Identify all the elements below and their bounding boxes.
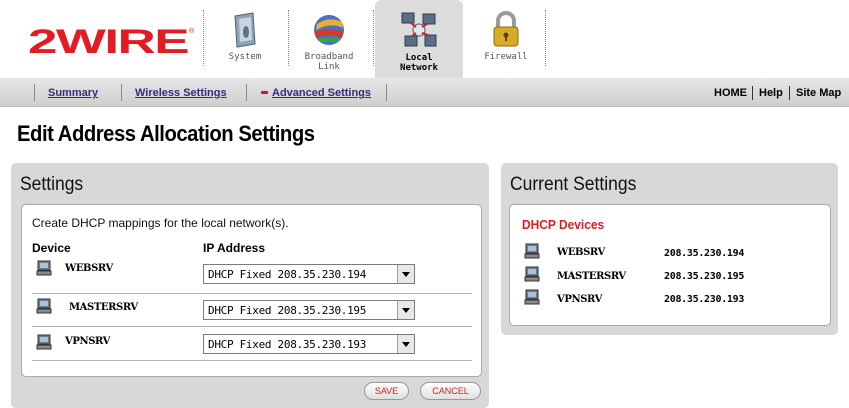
device-name: VPNSRV	[65, 336, 110, 347]
computer-icon	[36, 260, 52, 276]
ip-address-select[interactable]: DHCP Fixed 208.35.230.193	[203, 334, 415, 354]
device-name: WEBSRV	[557, 247, 605, 258]
tab-broadband-link[interactable]: Broadband Link	[288, 0, 370, 78]
ip-address-select[interactable]: DHCP Fixed 208.35.230.194	[203, 264, 415, 284]
settings-description: Create DHCP mappings for the local netwo…	[32, 216, 289, 230]
computer-icon	[524, 266, 540, 282]
current-settings-panel-title: Current Settings	[510, 174, 637, 195]
chevron-down-icon[interactable]	[397, 335, 414, 353]
ip-address-select-value: DHCP Fixed 208.35.230.194	[208, 268, 367, 281]
local-network-icon	[401, 12, 437, 47]
device-name: WEBSRV	[65, 263, 113, 274]
nav-site-map-link[interactable]: Site Map	[796, 87, 841, 99]
tab-firewall-label: Firewall	[484, 52, 528, 62]
settings-panel-title: Settings	[20, 174, 84, 195]
device-name: VPNSRV	[557, 294, 602, 305]
save-button[interactable]: SAVE	[364, 382, 409, 400]
padlock-icon	[493, 11, 519, 47]
svg-text:®: ®	[189, 27, 195, 35]
tab-local-network-label: Local Network	[400, 53, 438, 73]
tab-local-network[interactable]: Local Network	[375, 0, 463, 78]
nav-advanced-settings-link[interactable]: Advanced Settings	[272, 87, 371, 99]
broadband-globe-icon	[314, 15, 344, 45]
column-header-ip-address: IP Address	[203, 241, 266, 255]
settings-panel: Settings Create DHCP mappings for the lo…	[11, 163, 489, 408]
device-name: MASTERSRV	[69, 302, 138, 313]
settings-inner-box: Create DHCP mappings for the local netwo…	[21, 204, 482, 377]
tab-system[interactable]: System	[204, 0, 286, 78]
computer-icon	[36, 334, 52, 350]
chevron-down-icon[interactable]	[397, 265, 414, 283]
device-name: MASTERSRV	[557, 271, 626, 282]
device-ip: 208.35.230.193	[664, 294, 745, 305]
page-title: Edit Address Allocation Settings	[17, 121, 315, 146]
device-ip: 208.35.230.195	[664, 271, 745, 282]
ip-address-select-value: DHCP Fixed 208.35.230.195	[208, 304, 367, 317]
computer-icon	[36, 298, 52, 314]
computer-icon	[524, 289, 540, 305]
cancel-button[interactable]: CANCEL	[420, 382, 481, 400]
nav-home-link[interactable]: HOME	[714, 87, 747, 99]
logo-text: 2WIRE	[28, 24, 188, 56]
current-settings-inner-box: DHCP Devices WEBSRV 208.35.230.194 MASTE…	[509, 204, 831, 326]
system-icon	[234, 12, 256, 48]
tab-firewall[interactable]: Firewall	[465, 0, 547, 78]
device-ip: 208.35.230.194	[664, 248, 745, 259]
nav-wireless-settings-link[interactable]: Wireless Settings	[135, 87, 227, 99]
current-page-indicator	[261, 91, 268, 94]
computer-icon	[524, 243, 540, 259]
dhcp-devices-heading: DHCP Devices	[522, 217, 605, 232]
tab-broadband-label: Broadband Link	[304, 52, 354, 72]
tab-system-label: System	[228, 52, 262, 62]
ip-address-select[interactable]: DHCP Fixed 208.35.230.195	[203, 300, 415, 320]
column-header-device: Device	[32, 241, 71, 255]
nav-summary-link[interactable]: Summary	[48, 87, 98, 99]
ip-address-select-value: DHCP Fixed 208.35.230.193	[208, 338, 367, 351]
current-settings-panel: Current Settings DHCP Devices WEBSRV 208…	[501, 163, 838, 335]
secondary-nav-bar: Summary Wireless Settings Advanced Setti…	[0, 78, 849, 107]
2wire-logo: 2WIRE ®	[28, 24, 195, 56]
nav-help-link[interactable]: Help	[759, 87, 783, 99]
chevron-down-icon[interactable]	[397, 301, 414, 319]
